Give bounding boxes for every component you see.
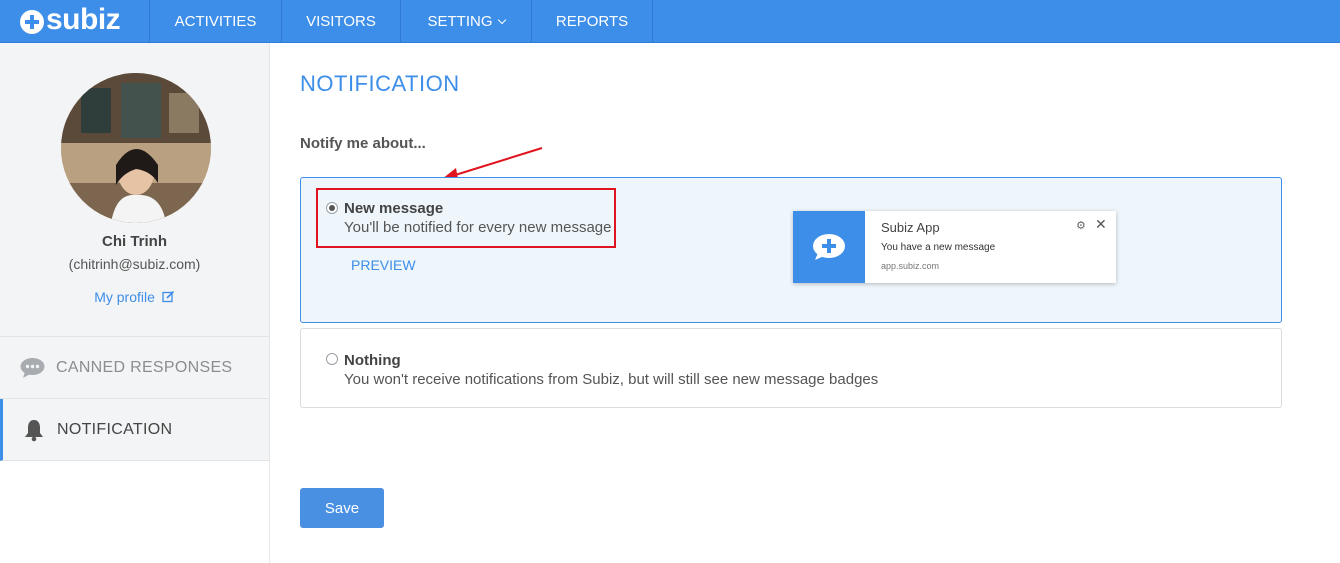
option-new-message[interactable]: New message You'll be notified for every…: [300, 177, 1282, 323]
top-navbar: subiz ACTIVITIES VISITORS SETTING REPORT…: [0, 0, 1340, 43]
chevron-down-icon: [497, 15, 506, 24]
preview-link[interactable]: PREVIEW: [351, 257, 416, 273]
save-button[interactable]: Save: [300, 488, 384, 528]
my-profile-link[interactable]: My profile: [0, 289, 269, 305]
profile-email: (chitrinh@subiz.com): [68, 256, 201, 272]
nav-setting-label: SETTING: [427, 13, 493, 30]
profile-card: Chi Trinh (chitrinh@subiz.com) My profil…: [0, 43, 269, 337]
close-icon[interactable]: ✕: [1095, 216, 1107, 233]
nav-visitors-label: VISITORS: [306, 13, 376, 30]
nav-activities[interactable]: ACTIVITIES: [150, 0, 282, 43]
notify-me-label: Notify me about...: [300, 135, 426, 152]
notification-preview-card: Subiz App You have a new message app.sub…: [793, 211, 1116, 283]
option-title: New message: [344, 200, 444, 217]
logo-text: subiz: [46, 2, 121, 36]
plus-logo-icon: [20, 9, 44, 34]
option-description: You'll be notified for every new message: [344, 219, 612, 236]
option-description: You won't receive notifications from Sub…: [344, 371, 879, 388]
profile-name: Chi Trinh: [102, 233, 167, 250]
sidebar-item-label: NOTIFICATION: [57, 420, 173, 438]
my-profile-label: My profile: [94, 289, 155, 305]
sidebar-item-label: CANNED RESPONSES: [56, 358, 233, 376]
avatar: [61, 73, 211, 223]
notification-url: app.subiz.com: [881, 261, 940, 271]
option-nothing[interactable]: Nothing You won't receive notifications …: [300, 328, 1282, 408]
nav-reports[interactable]: REPORTS: [532, 0, 653, 43]
nav-setting[interactable]: SETTING: [401, 0, 532, 43]
radio-new-message[interactable]: [326, 202, 338, 214]
notification-app-name: Subiz App: [881, 220, 940, 235]
sidebar: Chi Trinh (chitrinh@subiz.com) My profil…: [0, 43, 270, 563]
edit-icon: [162, 290, 174, 303]
gear-icon[interactable]: ⚙: [1076, 219, 1086, 232]
chat-bubble-icon: [20, 357, 45, 379]
nav-activities-label: ACTIVITIES: [174, 13, 257, 30]
radio-nothing[interactable]: [326, 353, 338, 365]
sidebar-item-canned-responses[interactable]: CANNED RESPONSES: [0, 337, 269, 399]
nav-visitors[interactable]: VISITORS: [282, 0, 401, 43]
nav-reports-label: REPORTS: [555, 13, 629, 30]
avatar-photo: [61, 73, 211, 223]
option-title: Nothing: [344, 352, 401, 369]
notification-message: You have a new message: [881, 242, 996, 253]
bell-icon: [22, 418, 46, 442]
subiz-app-icon: [793, 211, 865, 283]
sidebar-item-notification[interactable]: NOTIFICATION: [0, 399, 269, 461]
highlight-box: [316, 188, 616, 248]
subiz-logo[interactable]: subiz: [0, 0, 150, 43]
page-title: NOTIFICATION: [300, 71, 460, 96]
